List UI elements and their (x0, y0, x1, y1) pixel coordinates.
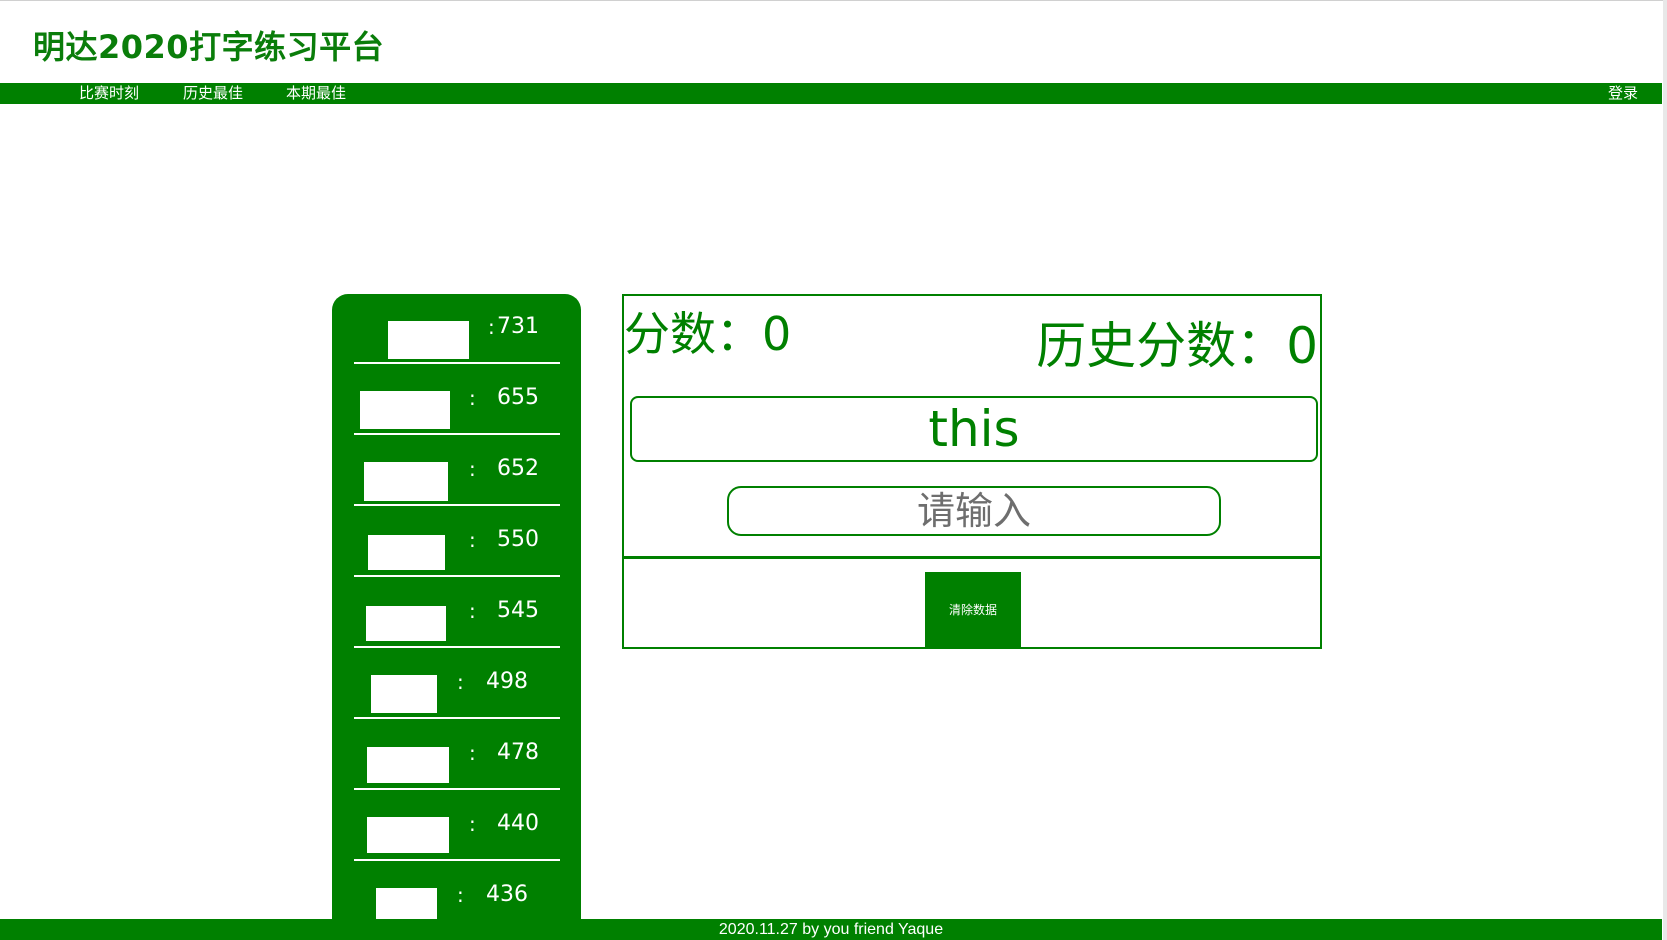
player-score: 655 (497, 385, 539, 410)
player-name-box (371, 675, 437, 713)
player-score: 550 (497, 527, 539, 552)
target-word-display: this (630, 396, 1318, 462)
player-name-box (366, 606, 446, 641)
leaderboard-row: : 731 (354, 294, 560, 364)
current-score-label: 分数： (624, 307, 762, 361)
player-score: 498 (486, 669, 528, 694)
vertical-scrollbar[interactable] (1663, 0, 1667, 940)
leaderboard-row: : 440 (354, 791, 560, 861)
leaderboard-row: : 545 (354, 578, 560, 648)
top-navbar: 比赛时刻 历史最佳 本期最佳 登录 (0, 83, 1662, 104)
row-divider (354, 717, 560, 719)
separator-colon: : (469, 386, 476, 410)
history-score-label: 历史分数： (1036, 317, 1287, 375)
player-score: 652 (497, 456, 539, 481)
player-name-box (388, 321, 469, 359)
separator-colon: : (457, 883, 464, 907)
window-top-border (0, 0, 1667, 1)
player-score: 478 (497, 740, 539, 765)
nav-item-competition-time[interactable]: 比赛时刻 (79, 84, 139, 103)
leaderboard-row: : 550 (354, 507, 560, 577)
player-score: 545 (497, 598, 539, 623)
panel-divider (624, 556, 1320, 559)
leaderboard-row: : 436 (354, 862, 560, 924)
current-score-value: 0 (762, 307, 792, 361)
history-score-value: 0 (1286, 317, 1318, 375)
nav-item-current-best[interactable]: 本期最佳 (286, 84, 346, 103)
footer: 2020.11.27 by you friend Yaque (0, 919, 1662, 940)
player-name-box (360, 391, 450, 429)
leaderboard-row: : 655 (354, 365, 560, 435)
separator-colon: : (488, 315, 495, 339)
typing-game-panel: 分数：0 历史分数：0 this 清除数据 (622, 294, 1322, 649)
row-divider (354, 646, 560, 648)
leaderboard-panel: : 731 : 655 : 652 : 550 : 545 : 498 : 47… (332, 294, 581, 924)
leaderboard-row: : 498 (354, 649, 560, 719)
player-score: 436 (486, 882, 528, 907)
separator-colon: : (469, 812, 476, 836)
player-name-box (364, 462, 448, 501)
separator-colon: : (469, 741, 476, 765)
current-score: 分数：0 (624, 298, 791, 364)
separator-colon: : (457, 670, 464, 694)
separator-colon: : (469, 528, 476, 552)
row-divider (354, 433, 560, 435)
player-name-box (367, 817, 449, 853)
leaderboard-row: : 478 (354, 720, 560, 790)
player-score: 440 (497, 811, 539, 836)
nav-item-all-time-best[interactable]: 历史最佳 (183, 84, 243, 103)
player-name-box (367, 747, 449, 783)
site-title: 明达2020打字练习平台 (33, 28, 385, 66)
row-divider (354, 859, 560, 861)
player-score: 731 (497, 314, 539, 339)
row-divider (354, 575, 560, 577)
separator-colon: : (469, 457, 476, 481)
login-link[interactable]: 登录 (1608, 84, 1638, 103)
history-score: 历史分数：0 (1036, 306, 1318, 378)
leaderboard-row: : 652 (354, 436, 560, 506)
row-divider (354, 504, 560, 506)
clear-data-button[interactable]: 清除数据 (925, 572, 1021, 647)
player-name-box (368, 535, 445, 570)
row-divider (354, 362, 560, 364)
separator-colon: : (469, 599, 476, 623)
typing-input[interactable] (727, 486, 1221, 536)
row-divider (354, 788, 560, 790)
